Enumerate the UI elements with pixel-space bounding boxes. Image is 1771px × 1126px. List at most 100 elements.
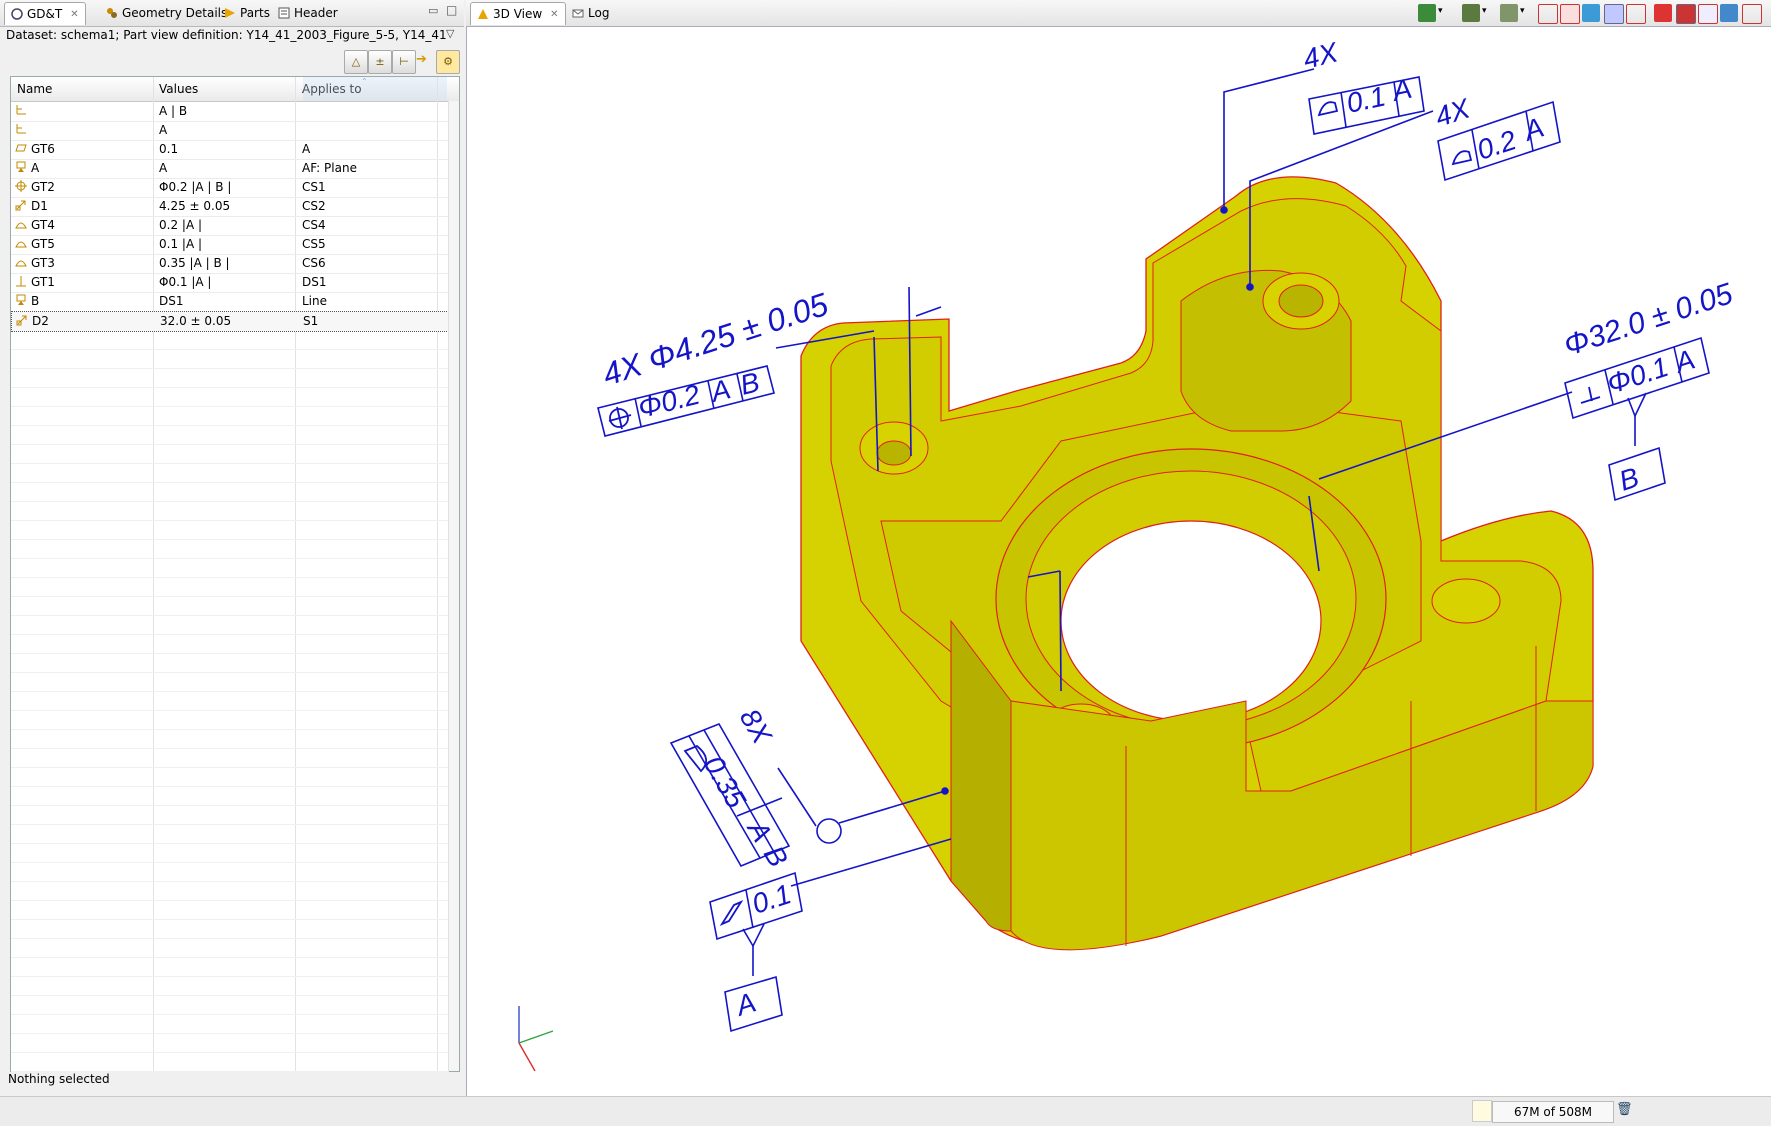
table-row[interactable]: GT4 0.2 |A | CS4	[11, 216, 449, 236]
empty-row	[11, 672, 449, 692]
empty-row	[11, 349, 449, 369]
profile-surface-icon	[15, 256, 27, 271]
front-view-icon[interactable]	[1538, 4, 1558, 24]
dataset-line: Dataset: schema1; Part view definition: …	[6, 28, 446, 42]
column-header-values[interactable]: Values	[159, 82, 198, 96]
3d-view-icon	[477, 8, 489, 20]
header-icon	[278, 7, 290, 19]
trimetric-view-icon[interactable]	[1720, 4, 1738, 22]
empty-row	[11, 520, 449, 540]
cell-applies-to: CS6	[302, 256, 326, 270]
column-header-name[interactable]: Name	[17, 82, 52, 96]
tab-3d-view[interactable]: 3D View ✕	[470, 2, 566, 25]
cell-name: GT2	[31, 180, 55, 194]
svg-text:4X: 4X	[1431, 92, 1474, 132]
position-icon	[15, 180, 27, 195]
perpendicularity-icon	[15, 275, 27, 290]
svg-text:A: A	[1388, 73, 1415, 108]
dimetric-view-icon[interactable]	[1698, 4, 1718, 24]
lock-tool-button[interactable]: ⚙	[436, 50, 460, 74]
right-view-icon[interactable]	[1560, 4, 1580, 24]
top-view-icon[interactable]	[1582, 4, 1600, 22]
cell-value: Φ0.1 |A |	[159, 275, 212, 289]
table-row[interactable]: D2 32.0 ± 0.05 S1	[11, 311, 451, 332]
cell-name: D2	[32, 314, 49, 328]
maximize-icon[interactable]: □	[446, 3, 457, 17]
shaded-cube-icon[interactable]	[1462, 4, 1480, 22]
cell-applies-to: CS5	[302, 237, 326, 251]
table-row[interactable]: A	[11, 121, 449, 141]
empty-row	[11, 577, 449, 597]
cell-applies-to: DS1	[302, 275, 327, 289]
pointer-arrow-icon[interactable]: ➔	[416, 52, 427, 67]
chevron-down-icon[interactable]: ▾	[1520, 6, 1525, 16]
table-row[interactable]: GT6 0.1 A	[11, 140, 449, 160]
cell-value: 32.0 ± 0.05	[160, 314, 232, 328]
dimension-icon	[16, 314, 28, 329]
cell-value: A | B	[159, 104, 188, 118]
cell-name: B	[31, 294, 40, 308]
empty-row	[11, 1033, 449, 1053]
close-icon[interactable]: ✕	[550, 9, 558, 20]
empty-row	[11, 881, 449, 901]
empty-row	[11, 805, 449, 825]
table-row[interactable]: D1 4.25 ± 0.05 CS2	[11, 197, 449, 217]
dimension-tool-button[interactable]: ⊢	[392, 50, 416, 74]
sorted-column-highlight	[303, 77, 447, 101]
tab-geometry-details[interactable]: Geometry Details	[100, 2, 233, 24]
cell-applies-to: S1	[303, 314, 319, 328]
empty-row	[11, 463, 449, 483]
axis-triad	[518, 1006, 554, 1072]
tab-gdt[interactable]: GD&T ✕	[4, 2, 86, 25]
svg-text:Φ0.2: Φ0.2	[635, 379, 703, 424]
cell-applies-to: Line	[302, 294, 328, 308]
cell-name: GT1	[31, 275, 55, 289]
empty-row	[11, 368, 449, 388]
left-view-icon[interactable]	[1654, 4, 1672, 22]
table-scrollbar[interactable]	[448, 101, 459, 1071]
chevron-down-icon[interactable]: ▾	[1482, 6, 1487, 16]
svg-text:A: A	[1669, 343, 1698, 379]
cell-name: GT4	[31, 218, 55, 232]
tab-parts[interactable]: Parts	[218, 2, 276, 24]
back-view-icon[interactable]	[1626, 4, 1646, 24]
empty-row	[11, 330, 449, 350]
bottom-view-icon[interactable]	[1676, 4, 1696, 24]
gdt-icon	[11, 8, 23, 20]
empty-row	[11, 729, 449, 749]
empty-row	[11, 501, 449, 521]
empty-row	[11, 767, 449, 787]
tab-header[interactable]: Header	[272, 2, 344, 24]
fit-view-icon[interactable]	[1742, 4, 1762, 24]
triangle-tool-button[interactable]: △	[344, 50, 368, 74]
table-row[interactable]: B DS1 Line	[11, 292, 449, 312]
minimize-icon[interactable]: ▭	[428, 4, 438, 17]
display-mode-icon[interactable]	[1500, 4, 1518, 22]
iso-view-icon[interactable]	[1604, 4, 1624, 24]
empty-row	[11, 482, 449, 502]
cell-value: 0.1 |A |	[159, 237, 203, 251]
chevron-down-icon[interactable]: ▽	[446, 27, 454, 40]
geometry-icon	[106, 7, 118, 19]
empty-row	[11, 976, 449, 996]
3d-viewport[interactable]: 4X 0.1 A 4X 0.2 A 4X Φ4.25 ± 0.05 Φ0.2 A…	[466, 26, 1771, 1098]
table-row[interactable]: GT5 0.1 |A | CS5	[11, 235, 449, 255]
tab-log[interactable]: Log	[566, 2, 615, 24]
table-row[interactable]: A | B	[11, 102, 449, 122]
table-row[interactable]: A A AF: Plane	[11, 159, 449, 179]
trash-icon[interactable]: 🗑	[1616, 1102, 1633, 1117]
close-icon[interactable]: ✕	[70, 9, 78, 20]
table-row[interactable]: GT3 0.35 |A | B | CS6	[11, 254, 449, 274]
datum-feature-icon	[15, 161, 27, 176]
cell-value: A	[159, 161, 168, 175]
table-row[interactable]: GT2 Φ0.2 |A | B | CS1	[11, 178, 449, 198]
datum-feature-icon	[15, 294, 27, 309]
empty-row	[11, 615, 449, 635]
empty-row	[11, 919, 449, 939]
chevron-down-icon[interactable]: ▾	[1438, 6, 1443, 16]
plusminus-tool-button[interactable]: ±	[368, 50, 392, 74]
cell-name: GT3	[31, 256, 55, 270]
table-row[interactable]: GT1 Φ0.1 |A | DS1	[11, 273, 449, 293]
empty-row	[11, 539, 449, 559]
refresh-view-icon[interactable]	[1418, 4, 1436, 22]
